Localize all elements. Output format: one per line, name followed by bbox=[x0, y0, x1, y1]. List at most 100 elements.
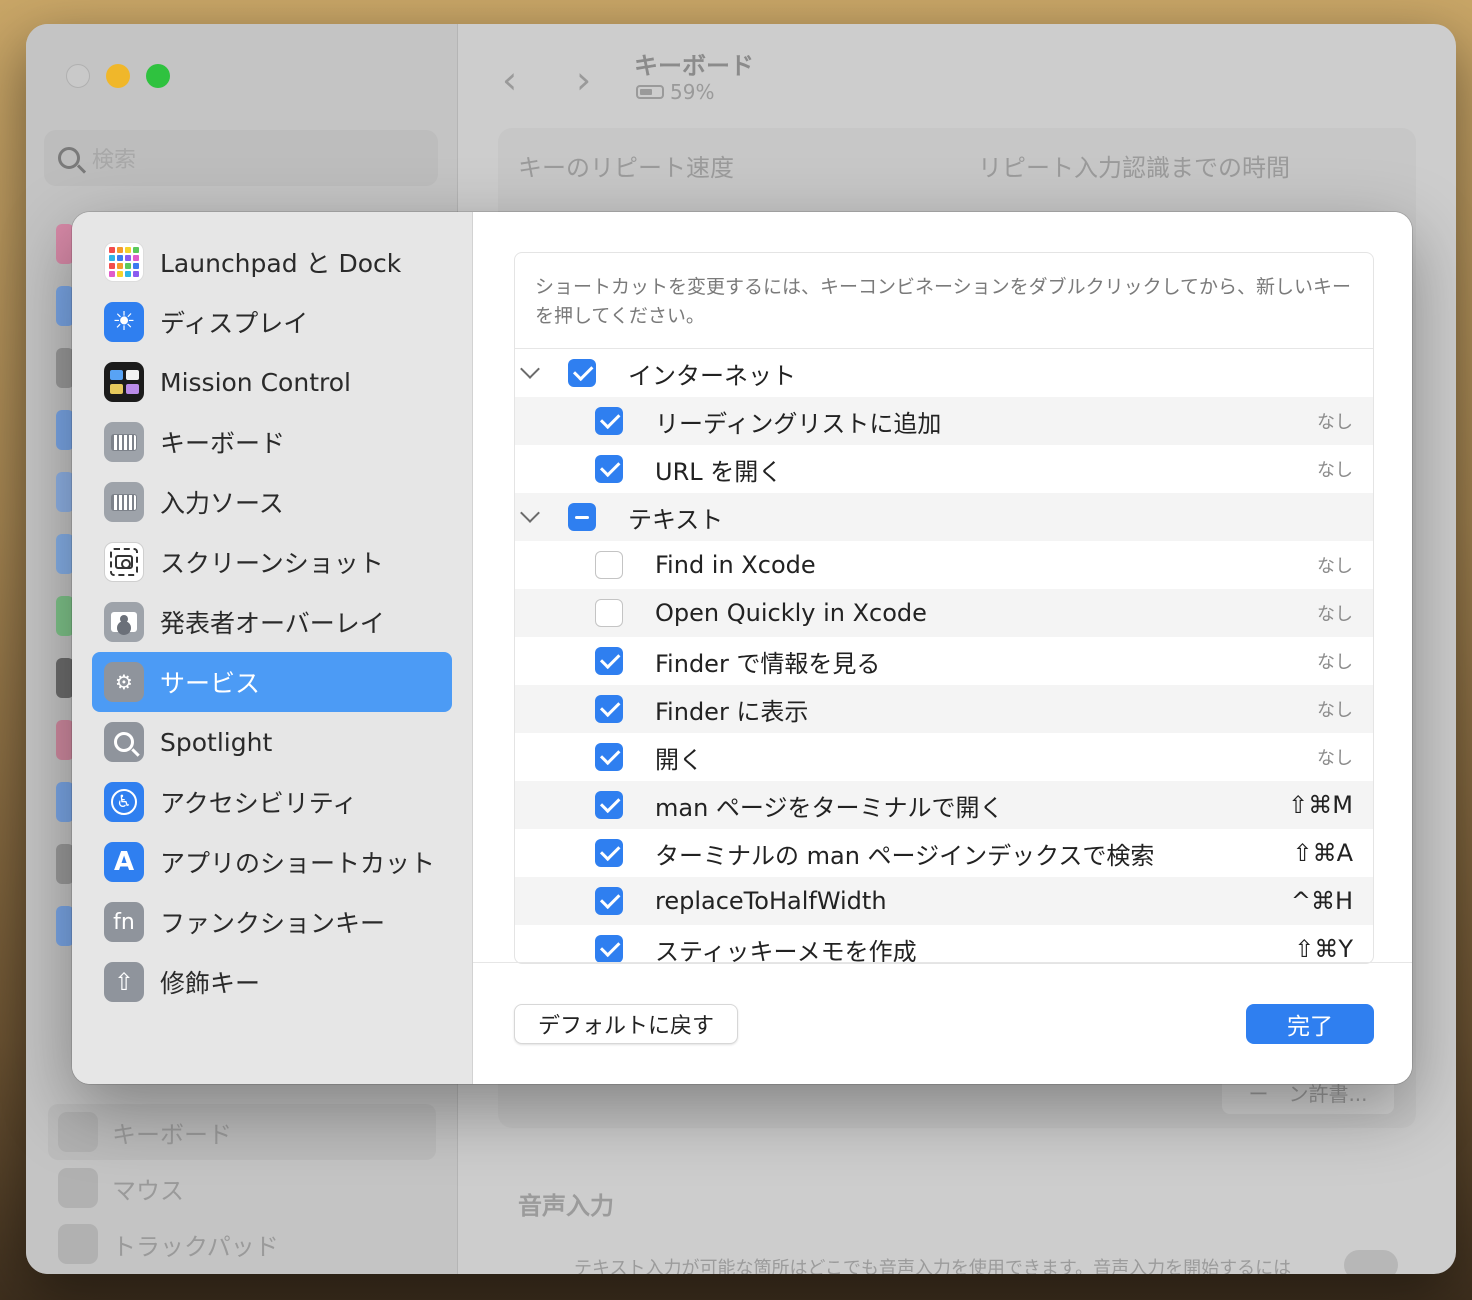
launchpad-icon bbox=[104, 242, 144, 282]
service-label: ターミナルの man ページインデックスで検索 bbox=[655, 841, 1155, 870]
service-label: 開く bbox=[655, 745, 703, 774]
shortcut-value[interactable]: なし bbox=[1317, 648, 1353, 674]
sidebar-item-label: 修飾キー bbox=[160, 969, 261, 998]
sidebar-item-label: キーボード bbox=[160, 429, 286, 458]
minimize-button[interactable] bbox=[106, 64, 130, 88]
service-checkbox[interactable] bbox=[595, 455, 623, 483]
sidebar-item-launchpad-dock[interactable]: Launchpad と Dock bbox=[92, 232, 452, 292]
group-label: インターネット bbox=[628, 361, 796, 390]
restore-defaults-button[interactable]: デフォルトに戻す bbox=[514, 1004, 738, 1044]
shortcut-row[interactable]: Find in Xcode なし bbox=[515, 541, 1373, 589]
sidebar-item-mouse[interactable]: マウス bbox=[48, 1160, 436, 1216]
service-checkbox[interactable] bbox=[595, 695, 623, 723]
done-button[interactable]: 完了 bbox=[1246, 1004, 1374, 1044]
search-placeholder: 検索 bbox=[92, 148, 137, 173]
service-checkbox[interactable] bbox=[595, 599, 623, 627]
sidebar-item-label: アクセシビリティ bbox=[160, 789, 358, 818]
shortcut-value[interactable]: なし bbox=[1317, 456, 1353, 482]
forward-chevron-icon[interactable]: › bbox=[576, 58, 591, 102]
sidebar-item-trackpad[interactable]: トラックパッド bbox=[48, 1216, 436, 1272]
shortcuts-sidebar: Launchpad と Dock ☀ ディスプレイ Mission Contro… bbox=[72, 212, 473, 1084]
sidebar-item-label: ディスプレイ bbox=[160, 309, 309, 338]
sidebar-item-display[interactable]: ☀ ディスプレイ bbox=[92, 292, 452, 352]
services-gear-icon: ⚙ bbox=[104, 662, 144, 702]
shortcut-row[interactable]: Finder で情報を見る なし bbox=[515, 637, 1373, 685]
shortcut-row[interactable]: リーディングリストに追加 なし bbox=[515, 397, 1373, 445]
instructions-text: ショートカットを変更するには、キーコンビネーションをダブルクリックしてから、新し… bbox=[515, 253, 1373, 349]
service-checkbox[interactable] bbox=[595, 743, 623, 771]
voice-input-label: 音声入力 bbox=[518, 1192, 614, 1220]
display-icon: ☀ bbox=[104, 302, 144, 342]
group-row-text[interactable]: テキスト bbox=[515, 493, 1373, 541]
zoom-button[interactable] bbox=[146, 64, 170, 88]
sidebar-item-app-shortcuts[interactable]: A アプリのショートカット bbox=[92, 832, 452, 892]
shortcut-value[interactable]: なし bbox=[1317, 600, 1353, 626]
service-label: Open Quickly in Xcode bbox=[655, 599, 927, 627]
shortcut-row[interactable]: URL を開く なし bbox=[515, 445, 1373, 493]
service-checkbox[interactable] bbox=[595, 935, 623, 963]
service-checkbox[interactable] bbox=[595, 407, 623, 435]
footer-divider bbox=[473, 962, 1412, 963]
mouse-icon bbox=[58, 1168, 98, 1208]
shortcut-value[interactable]: なし bbox=[1317, 696, 1353, 722]
sidebar-item-label: 入力ソース bbox=[160, 489, 284, 518]
sidebar-item-keyboard[interactable]: キーボード bbox=[48, 1104, 436, 1160]
sidebar-item-label: キーボード bbox=[112, 1120, 232, 1149]
shortcuts-list-panel[interactable]: ショートカットを変更するには、キーコンビネーションをダブルクリックしてから、新し… bbox=[514, 252, 1374, 964]
shortcut-row[interactable]: man ページをターミナルで開く ⇧⌘M bbox=[515, 781, 1373, 829]
service-checkbox[interactable] bbox=[595, 647, 623, 675]
sidebar-item-input-sources[interactable]: 入力ソース bbox=[92, 472, 452, 532]
chevron-down-icon[interactable] bbox=[520, 359, 540, 379]
shortcut-value[interactable]: ⇧⌘A bbox=[1292, 839, 1353, 867]
shortcut-row[interactable]: replaceToHalfWidth ^⌘H bbox=[515, 877, 1373, 925]
service-label: Find in Xcode bbox=[655, 551, 816, 579]
sidebar-item-modifier-keys[interactable]: ⇧ 修飾キー bbox=[92, 952, 452, 1012]
service-checkbox[interactable] bbox=[595, 551, 623, 579]
shortcut-row[interactable]: ターミナルの man ページインデックスで検索 ⇧⌘A bbox=[515, 829, 1373, 877]
group-checkbox-internet[interactable] bbox=[568, 359, 596, 387]
service-checkbox[interactable] bbox=[595, 839, 623, 867]
accessibility-icon: ♿ bbox=[104, 782, 144, 822]
sidebar-item-label: マウス bbox=[112, 1176, 184, 1205]
shortcut-value[interactable]: なし bbox=[1317, 408, 1353, 434]
shortcut-row[interactable]: 開く なし bbox=[515, 733, 1373, 781]
battery-percent: 59% bbox=[670, 80, 715, 104]
sidebar-item-services[interactable]: ⚙ サービス bbox=[92, 652, 452, 712]
sidebar-item-spotlight[interactable]: Spotlight bbox=[92, 712, 452, 772]
sidebar-item-function-keys[interactable]: fn ファンクションキー bbox=[92, 892, 452, 952]
shortcut-value[interactable]: ⇧⌘M bbox=[1288, 791, 1353, 819]
modifier-key-icon: ⇧ bbox=[104, 962, 144, 1002]
services-shortcuts-pane: ショートカットを変更するには、キーコンビネーションをダブルクリックしてから、新し… bbox=[473, 212, 1412, 1084]
sidebar-item-keyboard[interactable]: キーボード bbox=[92, 412, 452, 472]
voice-input-toggle[interactable] bbox=[1344, 1250, 1398, 1274]
service-checkbox[interactable] bbox=[595, 887, 623, 915]
sidebar-item-mission-control[interactable]: Mission Control bbox=[92, 352, 452, 412]
shortcut-row[interactable]: Finder に表示 なし bbox=[515, 685, 1373, 733]
app-shortcuts-icon: A bbox=[104, 842, 144, 882]
service-checkbox[interactable] bbox=[595, 791, 623, 819]
keyboard-shortcuts-dialog: Launchpad と Dock ☀ ディスプレイ Mission Contro… bbox=[72, 212, 1412, 1084]
sidebar-item-screenshot[interactable]: スクリーンショット bbox=[92, 532, 452, 592]
back-chevron-icon[interactable]: ‹ bbox=[502, 58, 517, 102]
trackpad-icon bbox=[58, 1224, 98, 1264]
shortcut-row[interactable]: スティッキーメモを作成 ⇧⌘Y bbox=[515, 925, 1373, 964]
group-row-internet[interactable]: インターネット bbox=[515, 349, 1373, 397]
sidebar-item-label: アプリのショートカット bbox=[160, 849, 436, 878]
shortcut-value[interactable]: ^⌘H bbox=[1291, 887, 1353, 915]
presenter-overlay-icon bbox=[104, 602, 144, 642]
chevron-down-icon[interactable] bbox=[520, 503, 540, 523]
sidebar-item-accessibility[interactable]: ♿ アクセシビリティ bbox=[92, 772, 452, 832]
sidebar-item-label: Mission Control bbox=[160, 367, 351, 397]
shortcut-value[interactable]: ⇧⌘Y bbox=[1294, 935, 1353, 963]
fn-key-icon: fn bbox=[104, 902, 144, 942]
sidebar-item-presenter-overlay[interactable]: 発表者オーバーレイ bbox=[92, 592, 452, 652]
shortcut-value[interactable]: なし bbox=[1317, 552, 1353, 578]
sidebar-search[interactable]: 検索 bbox=[44, 130, 438, 186]
sidebar-item-label: Spotlight bbox=[160, 727, 273, 757]
service-label: スティッキーメモを作成 bbox=[655, 937, 917, 964]
service-label: Finder に表示 bbox=[655, 697, 809, 726]
shortcut-value[interactable]: なし bbox=[1317, 744, 1353, 770]
group-checkbox-text[interactable] bbox=[568, 503, 596, 531]
close-button[interactable] bbox=[66, 64, 90, 88]
shortcut-row[interactable]: Open Quickly in Xcode なし bbox=[515, 589, 1373, 637]
